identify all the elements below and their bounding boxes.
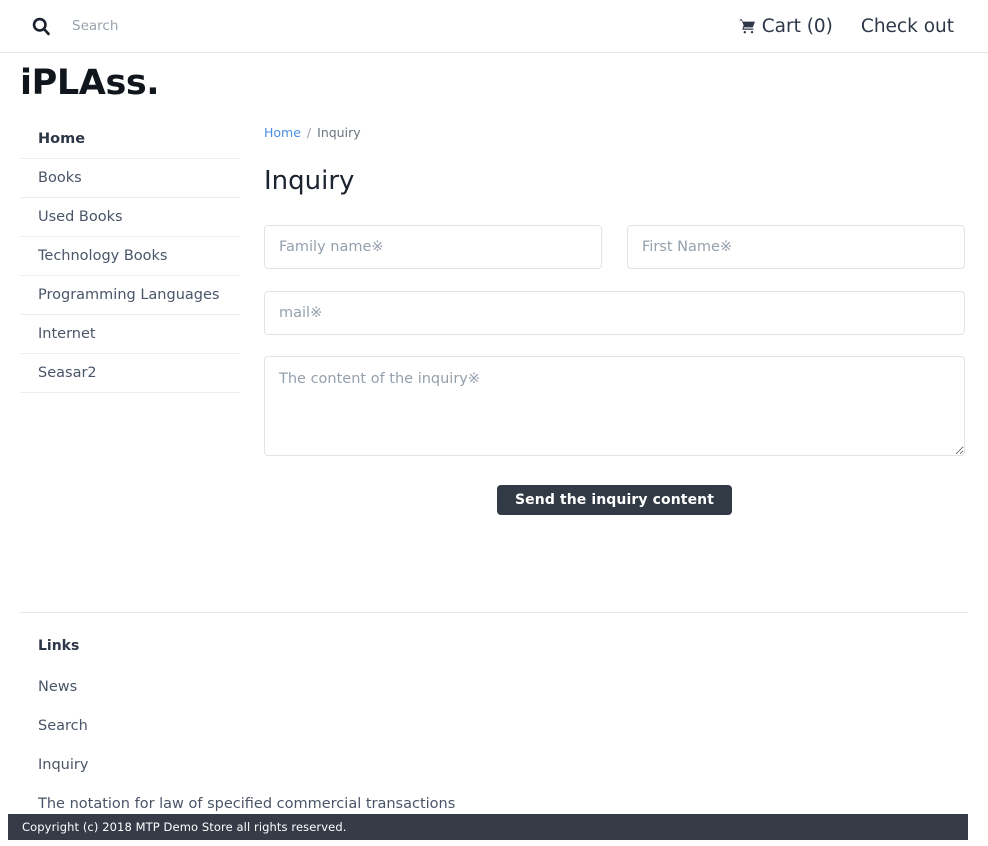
cart-label: Cart (0): [761, 15, 833, 37]
search-input[interactable]: [72, 12, 372, 40]
footer-divider: [20, 612, 968, 613]
name-row: [264, 225, 965, 270]
main-content: Home / Inquiry Inquiry Send the inquiry …: [264, 120, 965, 516]
search-area: [30, 0, 372, 52]
sidebar-item-seasar2[interactable]: Seasar2: [20, 354, 240, 393]
sidebar-item-programming-languages[interactable]: Programming Languages: [20, 276, 240, 315]
site-footer: Links News Search Inquiry The notation f…: [38, 638, 538, 812]
sidebar-item-internet[interactable]: Internet: [20, 315, 240, 354]
inquiry-form: Send the inquiry content: [264, 225, 965, 516]
sidebar-item-home[interactable]: Home: [20, 120, 240, 159]
page-root: Cart (0) Check out iPLAss. Home Books Us…: [0, 0, 988, 846]
send-inquiry-button[interactable]: Send the inquiry content: [496, 485, 733, 516]
family-name-input[interactable]: [264, 225, 602, 270]
footer-link-commercial-transactions[interactable]: The notation for law of specified commer…: [38, 796, 538, 812]
breadcrumb-current: Inquiry: [317, 124, 361, 140]
footer-title: Links: [38, 638, 80, 654]
mail-input[interactable]: [264, 291, 965, 336]
copyright-bar: Copyright (c) 2018 MTP Demo Store all ri…: [8, 814, 968, 840]
inquiry-content-textarea[interactable]: [264, 356, 965, 457]
first-name-input[interactable]: [627, 225, 965, 270]
page-title: Inquiry: [264, 166, 355, 196]
cart-link[interactable]: Cart (0): [739, 16, 833, 37]
header-actions: Cart (0) Check out: [739, 0, 954, 52]
site-logo[interactable]: iPLAss.: [20, 66, 160, 101]
search-icon[interactable]: [30, 15, 52, 37]
site-header: Cart (0) Check out: [0, 0, 988, 53]
checkout-link[interactable]: Check out: [861, 16, 954, 37]
breadcrumb: Home / Inquiry: [264, 120, 965, 144]
sidebar-item-used-books[interactable]: Used Books: [20, 198, 240, 237]
footer-link-news[interactable]: News: [38, 679, 538, 695]
submit-row: Send the inquiry content: [264, 485, 965, 516]
footer-link-inquiry[interactable]: Inquiry: [38, 757, 538, 773]
shopping-cart-icon: [739, 18, 756, 35]
sidebar-item-books[interactable]: Books: [20, 159, 240, 198]
sidebar-nav: Home Books Used Books Technology Books P…: [20, 120, 240, 393]
copyright-text: Copyright (c) 2018 MTP Demo Store all ri…: [22, 820, 347, 834]
footer-link-search[interactable]: Search: [38, 718, 538, 734]
breadcrumb-separator: /: [306, 124, 312, 140]
breadcrumb-home-link[interactable]: Home: [264, 125, 301, 140]
sidebar-item-technology-books[interactable]: Technology Books: [20, 237, 240, 276]
